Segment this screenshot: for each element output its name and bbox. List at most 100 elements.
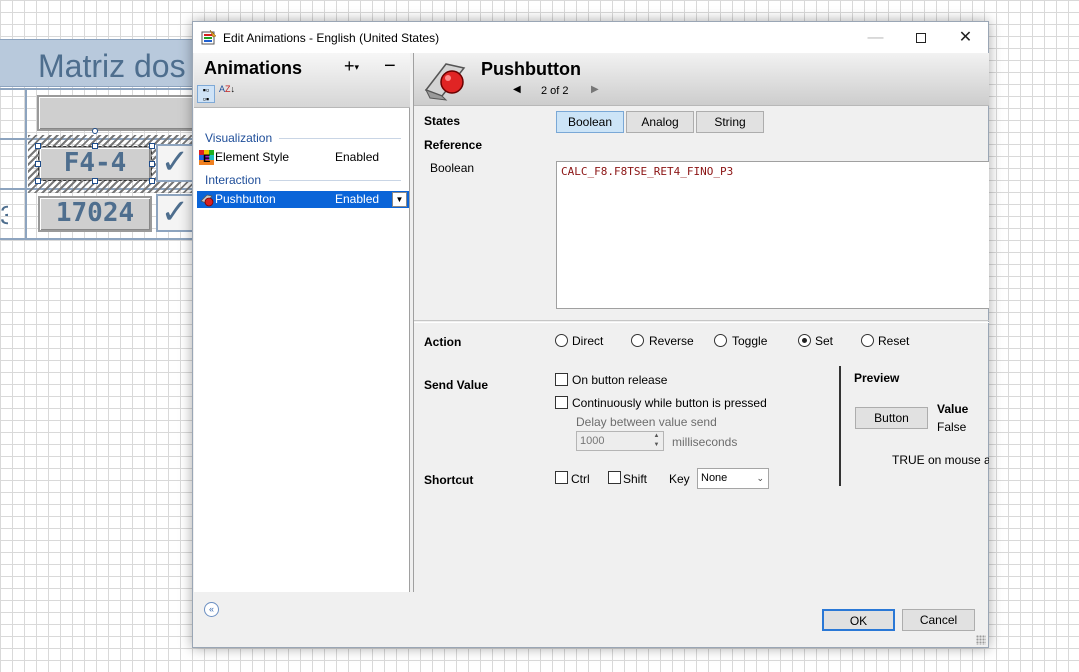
continuous-send-label: Continuously while button is pressed bbox=[572, 396, 767, 410]
properties-title: Pushbutton bbox=[481, 59, 581, 79]
action-radio-toggle[interactable] bbox=[714, 334, 727, 347]
action-option-label: Set bbox=[815, 334, 834, 348]
shortcut-label: Shortcut bbox=[424, 473, 474, 487]
section-divider bbox=[414, 320, 989, 323]
collapse-pane-icon[interactable]: « bbox=[204, 602, 219, 617]
animation-item-name: Element Style bbox=[215, 150, 290, 164]
delay-value: 1000 bbox=[580, 435, 605, 447]
pushbutton-large-icon bbox=[424, 63, 466, 101]
pushbutton-icon bbox=[200, 194, 214, 207]
title-bar[interactable]: Edit Animations - English (United States… bbox=[193, 22, 988, 53]
key-label: Key bbox=[669, 472, 690, 486]
group-divider bbox=[269, 180, 401, 181]
animation-counter: 2 of 2 bbox=[541, 85, 569, 97]
canvas-button-empty[interactable] bbox=[37, 95, 197, 131]
animation-item-state: Enabled bbox=[335, 150, 380, 164]
preview-separator bbox=[839, 366, 841, 486]
reference-expression-editor[interactable]: CALC_F8.F8TSE_RET4_FINO_P3 bbox=[556, 161, 989, 309]
delay-stepper[interactable]: 1000 ▲ ▼ bbox=[576, 431, 664, 451]
stepper-arrows-icon[interactable]: ▲ ▼ bbox=[650, 432, 663, 450]
state-tab-boolean[interactable]: Boolean bbox=[556, 111, 624, 133]
animation-item-state: Enabled bbox=[335, 192, 380, 206]
state-tab-analog[interactable]: Analog bbox=[626, 111, 694, 133]
resize-handle[interactable] bbox=[149, 178, 155, 184]
action-radio-reset[interactable] bbox=[861, 334, 874, 347]
add-animation-label: + bbox=[344, 56, 355, 76]
delay-unit-label: milliseconds bbox=[672, 435, 738, 449]
resize-handle[interactable] bbox=[149, 143, 155, 149]
sort-alphabetical-icon[interactable]: AZ↓ bbox=[218, 85, 236, 103]
preview-label: Preview bbox=[854, 371, 900, 385]
add-animation-button[interactable]: +▾ bbox=[344, 56, 359, 77]
preview-value-label: Value bbox=[937, 402, 969, 416]
animation-item-element-style[interactable]: E Element Style Enabled bbox=[197, 149, 409, 166]
animations-list-pane: Animations +▾ − ▪▫ ▫▪ AZ↓ Visualization E… bbox=[194, 53, 410, 592]
categorized-view-icon[interactable]: ▪▫ ▫▪ bbox=[197, 85, 215, 104]
states-label: States bbox=[424, 114, 461, 128]
boolean-label: Boolean bbox=[430, 161, 475, 175]
ctrl-checkbox[interactable] bbox=[555, 471, 568, 484]
animations-title: Animations bbox=[204, 58, 303, 78]
action-radio-reverse[interactable] bbox=[631, 334, 644, 347]
state-tab-string[interactable]: String bbox=[696, 111, 764, 133]
close-button[interactable]: ✕ bbox=[943, 22, 988, 53]
preview-note: TRUE on mouse act bbox=[892, 453, 989, 467]
send-value-label: Send Value bbox=[424, 378, 489, 392]
animation-item-pushbutton[interactable]: Pushbutton Enabled ▼ bbox=[197, 191, 409, 208]
svg-text:E: E bbox=[203, 153, 210, 165]
canvas-title: Matriz dos bbox=[38, 48, 186, 84]
cancel-button[interactable]: Cancel bbox=[902, 609, 975, 631]
action-option-label: Reverse bbox=[649, 334, 694, 348]
key-select-value: None bbox=[701, 472, 728, 484]
canvas-row-divider bbox=[0, 88, 200, 90]
state-dropdown-icon[interactable]: ▼ bbox=[392, 192, 407, 207]
canvas-button-label: 17024 bbox=[55, 198, 135, 228]
resize-handle[interactable] bbox=[92, 143, 98, 149]
continuous-send-checkbox[interactable] bbox=[555, 396, 568, 409]
shift-label: Shift bbox=[623, 472, 648, 486]
action-label: Action bbox=[424, 335, 462, 349]
canvas-title-bar: Matriz dos bbox=[0, 39, 200, 87]
previous-animation-icon[interactable]: ◀ bbox=[513, 84, 521, 95]
group-divider bbox=[279, 138, 401, 139]
resize-handle[interactable] bbox=[35, 143, 41, 149]
resize-handle[interactable] bbox=[35, 178, 41, 184]
canvas-column-divider bbox=[25, 88, 27, 240]
action-option-label: Toggle bbox=[732, 334, 768, 348]
edit-animations-dialog: Edit Animations - English (United States… bbox=[192, 21, 989, 648]
on-button-release-checkbox[interactable] bbox=[555, 373, 568, 386]
group-header-interaction: Interaction bbox=[205, 173, 262, 187]
element-style-icon: E bbox=[199, 150, 214, 165]
reference-label: Reference bbox=[424, 138, 483, 152]
group-header-visualization: Visualization bbox=[205, 131, 273, 145]
maximize-button[interactable] bbox=[898, 22, 943, 53]
shift-checkbox[interactable] bbox=[608, 471, 621, 484]
check-mark-icon: ✓ bbox=[156, 144, 194, 182]
resize-handle[interactable] bbox=[35, 161, 41, 167]
on-button-release-label: On button release bbox=[572, 373, 668, 387]
next-animation-icon[interactable]: ▶ bbox=[591, 84, 599, 95]
reference-expression: CALC_F8.F8TSE_RET4_FINO_P3 bbox=[561, 165, 734, 178]
canvas-button-17024[interactable]: 17024 bbox=[38, 196, 152, 232]
resize-handle[interactable] bbox=[149, 161, 155, 167]
animation-item-name: Pushbutton bbox=[215, 192, 276, 206]
ctrl-label: Ctrl bbox=[571, 472, 590, 486]
minimize-button[interactable]: — bbox=[853, 22, 898, 53]
rotate-handle[interactable] bbox=[92, 128, 98, 134]
preview-value: False bbox=[937, 420, 967, 434]
action-radio-set[interactable] bbox=[798, 334, 811, 347]
preview-button[interactable]: Button bbox=[855, 407, 928, 429]
pushbutton-properties-pane: Pushbutton ◀ 2 of 2 ▶ States Boolean Ana… bbox=[413, 53, 989, 592]
action-option-label: Direct bbox=[572, 334, 604, 348]
key-select[interactable]: None ⌄ bbox=[697, 468, 769, 489]
resize-grip-icon[interactable] bbox=[976, 635, 986, 645]
action-radio-direct[interactable] bbox=[555, 334, 568, 347]
resize-handle[interactable] bbox=[92, 178, 98, 184]
ok-button[interactable]: OK bbox=[822, 609, 895, 631]
remove-animation-button[interactable]: − bbox=[384, 55, 396, 78]
delay-label: Delay between value send bbox=[576, 415, 717, 429]
dropdown-arrow-icon: ▾ bbox=[354, 61, 360, 72]
action-option-label: Reset bbox=[878, 334, 910, 348]
animations-header: Animations +▾ − ▪▫ ▫▪ AZ↓ bbox=[194, 53, 410, 108]
maximize-icon bbox=[915, 32, 926, 43]
